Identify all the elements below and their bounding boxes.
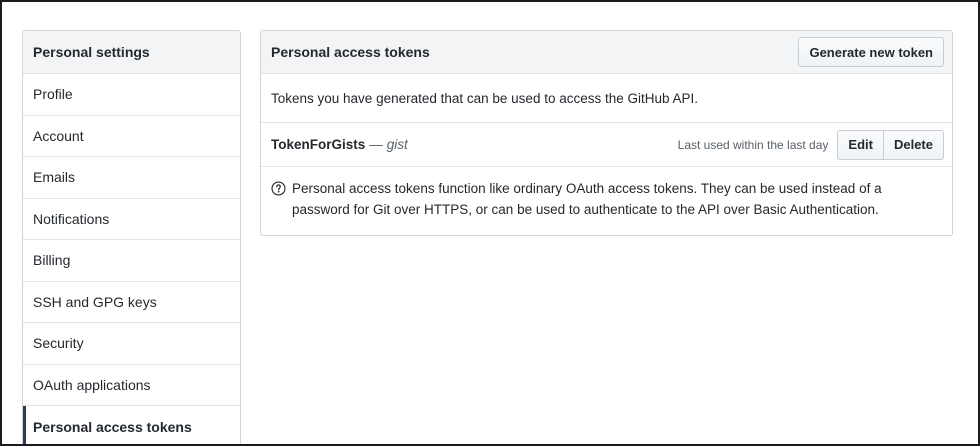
sidebar-item-profile[interactable]: Profile (23, 74, 240, 116)
settings-sidebar: Personal settings Profile Account Emails… (22, 30, 241, 444)
sidebar-item-account[interactable]: Account (23, 116, 240, 157)
sidebar-item-emails[interactable]: Emails (23, 157, 240, 199)
sidebar-item-personal-access-tokens[interactable]: Personal access tokens (23, 406, 240, 444)
token-separator: — (369, 137, 383, 152)
token-scope: gist (386, 137, 408, 152)
question-circle-icon (271, 181, 286, 196)
sidebar-item-billing[interactable]: Billing (23, 240, 240, 282)
edit-token-button[interactable]: Edit (837, 129, 884, 160)
tokens-help-note: Personal access tokens function like ord… (261, 167, 952, 220)
tokens-description: Tokens you have generated that can be us… (261, 74, 952, 123)
token-row: TokenForGists — gist Last used within th… (261, 123, 952, 167)
sidebar-item-label: Notifications (33, 210, 110, 227)
token-info: TokenForGists — gist (271, 137, 408, 152)
sidebar-item-label: Account (33, 127, 84, 144)
token-last-used: Last used within the last day (677, 137, 829, 152)
sidebar-item-label: Billing (33, 252, 71, 269)
delete-token-button[interactable]: Delete (883, 129, 944, 160)
token-name: TokenForGists (271, 137, 366, 152)
sidebar-item-label: Security (33, 335, 84, 352)
page-title: Personal access tokens (271, 44, 430, 60)
sidebar-item-notifications[interactable]: Notifications (23, 199, 240, 240)
token-actions: Last used within the last day Edit Delet… (677, 129, 944, 160)
help-note-text: Personal access tokens function like ord… (292, 181, 882, 217)
sidebar-item-label: Personal access tokens (33, 418, 192, 435)
sidebar-item-label: Profile (33, 86, 73, 103)
sidebar-item-label: Emails (33, 169, 76, 186)
token-button-group: Edit Delete (837, 129, 944, 160)
sidebar-header: Personal settings (23, 31, 240, 74)
tokens-panel: Personal access tokens Generate new toke… (260, 30, 953, 236)
page-frame: Personal settings Profile Account Emails… (0, 0, 980, 446)
sidebar-item-oauth-applications[interactable]: OAuth applications (23, 365, 240, 406)
sidebar-item-security[interactable]: Security (23, 323, 240, 365)
panel-header: Personal access tokens Generate new toke… (261, 31, 952, 74)
sidebar-item-label: SSH and GPG keys (33, 293, 157, 310)
sidebar-item-ssh-gpg-keys[interactable]: SSH and GPG keys (23, 282, 240, 323)
sidebar-item-label: OAuth applications (33, 376, 151, 393)
generate-new-token-button[interactable]: Generate new token (798, 37, 944, 67)
